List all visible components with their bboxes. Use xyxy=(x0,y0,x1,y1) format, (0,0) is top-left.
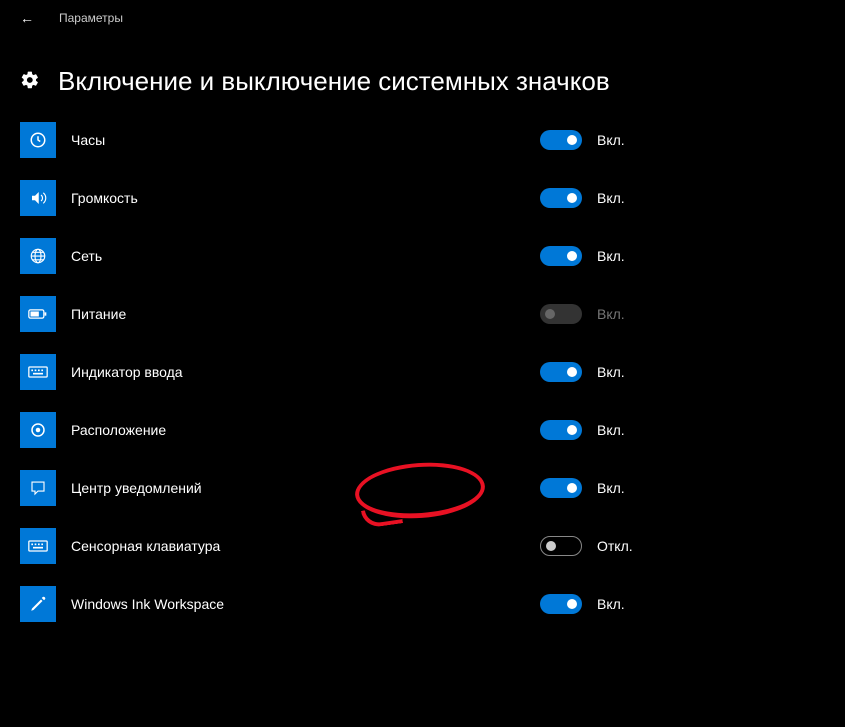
toggle-volume[interactable] xyxy=(540,188,582,208)
setting-row-input: Индикатор ввода Вкл. xyxy=(20,354,780,390)
toggle-ink[interactable] xyxy=(540,594,582,614)
power-icon xyxy=(20,296,56,332)
toggle-status: Откл. xyxy=(597,538,633,554)
toggle-network[interactable] xyxy=(540,246,582,266)
toggle-power xyxy=(540,304,582,324)
toggle-status: Вкл. xyxy=(597,132,625,148)
toggle-location[interactable] xyxy=(540,420,582,440)
setting-row-clock: Часы Вкл. xyxy=(20,122,780,158)
toggle-status: Вкл. xyxy=(597,596,625,612)
network-icon xyxy=(20,238,56,274)
gear-icon xyxy=(20,70,40,94)
volume-icon xyxy=(20,180,56,216)
action-icon xyxy=(20,470,56,506)
clock-icon xyxy=(20,122,56,158)
keyboard-icon xyxy=(20,354,56,390)
settings-list: Часы Вкл. Громкость Вкл. Сеть Вкл. Питание Вкл.… xyxy=(0,122,845,622)
toggle-status: Вкл. xyxy=(597,248,625,264)
setting-label: Индикатор ввода xyxy=(71,364,540,380)
ink-icon xyxy=(20,586,56,622)
back-button[interactable]: ← xyxy=(20,10,34,26)
toggle-touchkb[interactable] xyxy=(540,536,582,556)
setting-label: Питание xyxy=(71,306,540,322)
setting-label: Сенсорная клавиатура xyxy=(71,538,540,554)
setting-row-volume: Громкость Вкл. xyxy=(20,180,780,216)
page-title: Включение и выключение системных значков xyxy=(58,66,610,97)
setting-row-location: Расположение Вкл. xyxy=(20,412,780,448)
setting-label: Часы xyxy=(71,132,540,148)
setting-row-network: Сеть Вкл. xyxy=(20,238,780,274)
setting-label: Громкость xyxy=(71,190,540,206)
toggle-status: Вкл. xyxy=(597,190,625,206)
toggle-input[interactable] xyxy=(540,362,582,382)
setting-row-power: Питание Вкл. xyxy=(20,296,780,332)
toggle-status: Вкл. xyxy=(597,364,625,380)
setting-label: Расположение xyxy=(71,422,540,438)
toggle-clock[interactable] xyxy=(540,130,582,150)
setting-label: Центр уведомлений xyxy=(71,480,540,496)
location-icon xyxy=(20,412,56,448)
toggle-action[interactable] xyxy=(540,478,582,498)
window-title: Параметры xyxy=(59,11,123,25)
setting-label: Windows Ink Workspace xyxy=(71,596,540,612)
setting-row-action: Центр уведомлений Вкл. xyxy=(20,470,780,506)
toggle-status: Вкл. xyxy=(597,306,625,322)
toggle-status: Вкл. xyxy=(597,480,625,496)
setting-label: Сеть xyxy=(71,248,540,264)
keyboard-icon xyxy=(20,528,56,564)
setting-row-touchkb: Сенсорная клавиатура Откл. xyxy=(20,528,780,564)
toggle-status: Вкл. xyxy=(597,422,625,438)
setting-row-ink: Windows Ink Workspace Вкл. xyxy=(20,586,780,622)
